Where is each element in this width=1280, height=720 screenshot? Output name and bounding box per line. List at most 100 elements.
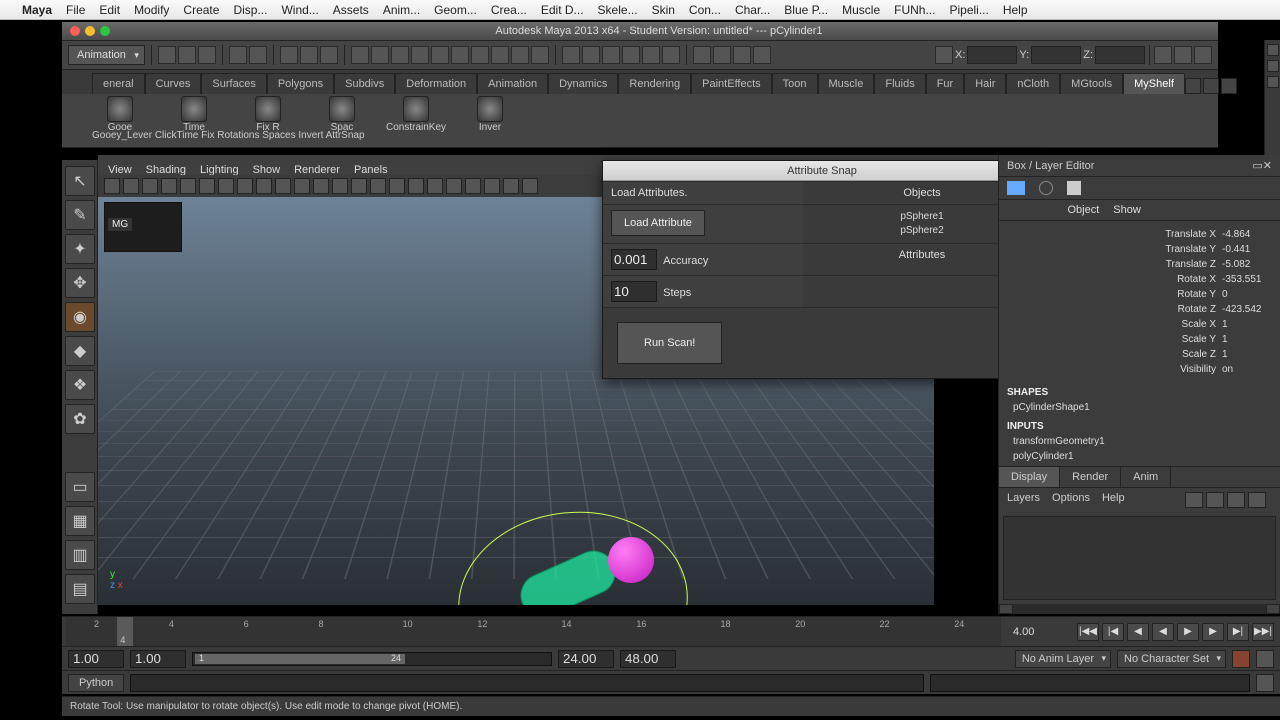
cb-menu[interactable]: Show bbox=[1113, 204, 1141, 216]
edge-icon[interactable] bbox=[1267, 60, 1279, 72]
time-slider[interactable]: 4 2 4 6 8 10 12 14 16 18 20 22 24 4.00 |… bbox=[62, 616, 1280, 646]
lasso-tool-icon[interactable]: ✎ bbox=[65, 200, 95, 230]
current-time-marker[interactable]: 4 bbox=[117, 617, 133, 646]
vp-menu[interactable]: Panels bbox=[354, 164, 388, 176]
shelf-tab[interactable]: Animation bbox=[477, 73, 548, 94]
shelf-tab[interactable]: Rendering bbox=[618, 73, 691, 94]
step-fwd-icon[interactable]: ▶ bbox=[1202, 623, 1224, 641]
snap-icon[interactable] bbox=[622, 46, 640, 64]
character-set-dropdown[interactable]: No Character Set bbox=[1117, 650, 1226, 668]
layer-icon[interactable] bbox=[1248, 492, 1266, 508]
hscroll[interactable] bbox=[999, 604, 1280, 614]
shelf-tab[interactable]: eneral bbox=[92, 73, 145, 94]
vp-icon[interactable] bbox=[427, 178, 443, 194]
render-icon[interactable] bbox=[713, 46, 731, 64]
shelf-nav-right-icon[interactable] bbox=[1203, 78, 1219, 94]
history-icon[interactable] bbox=[693, 46, 711, 64]
new-scene-icon[interactable] bbox=[158, 46, 176, 64]
menu-display[interactable]: Disp... bbox=[233, 3, 267, 17]
vp-icon[interactable] bbox=[370, 178, 386, 194]
shelf-tab[interactable]: Deformation bbox=[395, 73, 477, 94]
vp-icon[interactable] bbox=[218, 178, 234, 194]
vp-icon[interactable] bbox=[446, 178, 462, 194]
vp-icon[interactable] bbox=[275, 178, 291, 194]
attribute-snap-window[interactable]: Attribute Snap Load Attributes. Objects … bbox=[602, 160, 1042, 379]
mask-icon[interactable] bbox=[531, 46, 549, 64]
script-editor-icon[interactable] bbox=[1256, 674, 1274, 692]
move-tool-icon[interactable]: ✥ bbox=[65, 268, 95, 298]
menu-edit[interactable]: Edit bbox=[99, 3, 120, 17]
menu-funh[interactable]: FUNh... bbox=[894, 3, 935, 17]
range-handle[interactable]: 1 24 bbox=[195, 654, 405, 664]
menu-geom[interactable]: Geom... bbox=[434, 3, 477, 17]
shelf-tab[interactable]: Curves bbox=[145, 73, 202, 94]
viewport-thumbnail[interactable]: MG bbox=[104, 202, 182, 252]
shelf-tool[interactable]: ConstrainKey bbox=[388, 96, 444, 133]
input-mode-icon[interactable] bbox=[935, 46, 953, 64]
undo-icon[interactable] bbox=[229, 46, 247, 64]
layout-single-icon[interactable]: ▭ bbox=[65, 472, 95, 502]
go-end-icon[interactable]: ▶▶| bbox=[1252, 623, 1274, 641]
menu-editd[interactable]: Edit D... bbox=[541, 3, 584, 17]
layer-menu[interactable]: Layers bbox=[1007, 492, 1040, 508]
cb-ring-icon[interactable] bbox=[1039, 181, 1053, 195]
edge-icon[interactable] bbox=[1267, 44, 1279, 56]
vp-icon[interactable] bbox=[465, 178, 481, 194]
menu-con[interactable]: Con... bbox=[689, 3, 721, 17]
shelf-tool[interactable]: Gooe bbox=[92, 96, 148, 133]
layer-icon[interactable] bbox=[1206, 492, 1224, 508]
vp-menu[interactable]: View bbox=[108, 164, 132, 176]
menu-bluep[interactable]: Blue P... bbox=[784, 3, 828, 17]
shelf-tab[interactable]: Surfaces bbox=[201, 73, 266, 94]
vp-icon[interactable] bbox=[142, 178, 158, 194]
vp-icon[interactable] bbox=[161, 178, 177, 194]
vp-icon[interactable] bbox=[294, 178, 310, 194]
layout-custom-icon[interactable]: ▥ bbox=[65, 540, 95, 570]
menu-crea[interactable]: Crea... bbox=[491, 3, 527, 17]
play-fwd-icon[interactable]: ▶ bbox=[1177, 623, 1199, 641]
paint-select-icon[interactable] bbox=[320, 46, 338, 64]
anim-end[interactable] bbox=[620, 650, 676, 668]
close-icon[interactable] bbox=[70, 26, 80, 36]
shelf-tab[interactable]: Hair bbox=[964, 73, 1006, 94]
vp-icon[interactable] bbox=[199, 178, 215, 194]
menu-create[interactable]: Create bbox=[183, 3, 219, 17]
mask-icon[interactable] bbox=[511, 46, 529, 64]
shelf-tool[interactable]: Time bbox=[166, 96, 222, 133]
vp-icon[interactable] bbox=[522, 178, 538, 194]
mask-icon[interactable] bbox=[431, 46, 449, 64]
tab-anim[interactable]: Anim bbox=[1121, 467, 1171, 487]
menu-muscle[interactable]: Muscle bbox=[842, 3, 880, 17]
layout-four-icon[interactable]: ▦ bbox=[65, 506, 95, 536]
shelf-tab-active[interactable]: MyShelf bbox=[1123, 73, 1185, 94]
render-settings-icon[interactable] bbox=[753, 46, 771, 64]
prefs-icon[interactable] bbox=[1256, 650, 1274, 668]
command-input[interactable] bbox=[130, 674, 924, 692]
menuset-dropdown[interactable]: Animation bbox=[68, 45, 145, 65]
layer-icon[interactable] bbox=[1227, 492, 1245, 508]
shelf-menu-icon[interactable] bbox=[1221, 78, 1237, 94]
mask-icon[interactable] bbox=[391, 46, 409, 64]
menu-window[interactable]: Wind... bbox=[281, 3, 318, 17]
vp-menu[interactable]: Lighting bbox=[200, 164, 239, 176]
playback-end[interactable] bbox=[558, 650, 614, 668]
soft-tool-icon[interactable]: ✿ bbox=[65, 404, 95, 434]
snap-icon[interactable] bbox=[562, 46, 580, 64]
range-track[interactable]: 1 24 bbox=[192, 652, 552, 666]
go-start-icon[interactable]: |◀◀ bbox=[1077, 623, 1099, 641]
shelf-tab[interactable]: MGtools bbox=[1060, 73, 1123, 94]
anim-layer-dropdown[interactable]: No Anim Layer bbox=[1015, 650, 1111, 668]
manip-tool-icon[interactable]: ❖ bbox=[65, 370, 95, 400]
shelf-tab[interactable]: Dynamics bbox=[548, 73, 618, 94]
menu-help[interactable]: Help bbox=[1003, 3, 1028, 17]
accuracy-input[interactable] bbox=[611, 249, 657, 270]
x-field[interactable] bbox=[967, 46, 1017, 64]
steps-input[interactable] bbox=[611, 281, 657, 302]
save-scene-icon[interactable] bbox=[198, 46, 216, 64]
vp-icon[interactable] bbox=[389, 178, 405, 194]
edge-icon[interactable] bbox=[1267, 76, 1279, 88]
sidebar-toggle-icon[interactable] bbox=[1154, 46, 1172, 64]
zoom-icon[interactable] bbox=[100, 26, 110, 36]
ipr-icon[interactable] bbox=[733, 46, 751, 64]
mask-icon[interactable] bbox=[491, 46, 509, 64]
